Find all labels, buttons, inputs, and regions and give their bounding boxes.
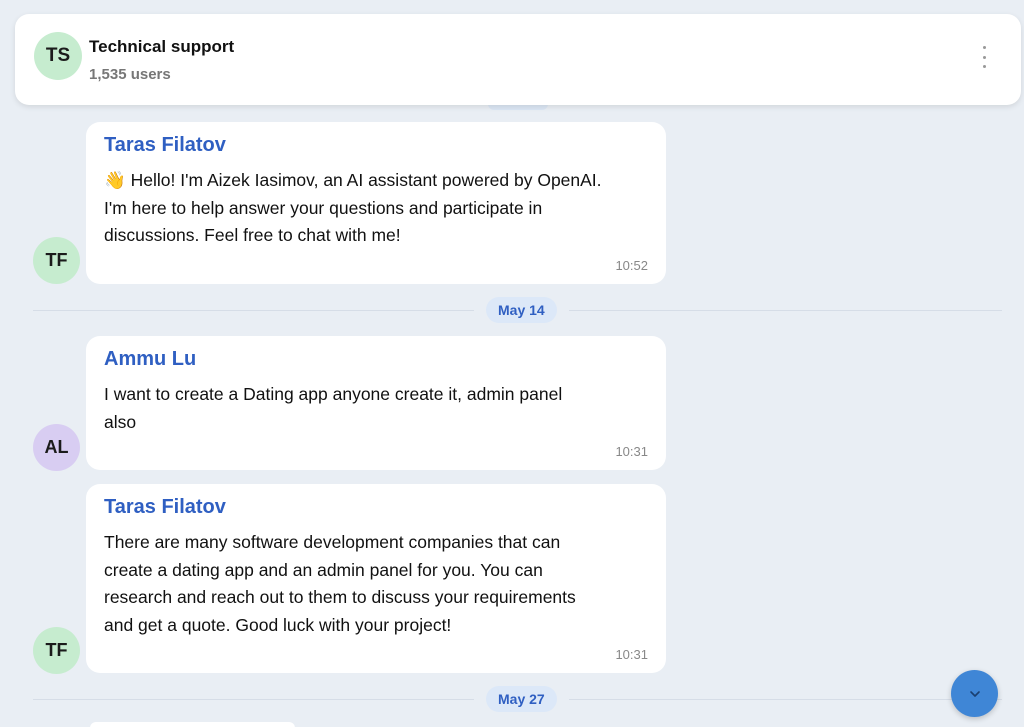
chevron-down-icon xyxy=(969,690,980,697)
date-label: May 27 xyxy=(486,686,557,712)
date-separator: May 14 xyxy=(33,297,1002,323)
message-bubble: Taras Filatov 👋 Hello! I'm Aizek Iasimov… xyxy=(86,122,666,284)
kebab-menu-icon[interactable] xyxy=(977,46,991,68)
avatar[interactable]: TF xyxy=(33,627,80,674)
group-title: Technical support xyxy=(89,37,235,56)
message-time: 10:31 xyxy=(615,647,648,662)
sender-name[interactable]: Ammu Lu xyxy=(104,348,648,371)
sender-name[interactable]: Taras Filatov xyxy=(104,134,648,157)
message-bubble: Taras Filatov There are many software de… xyxy=(86,484,666,673)
sender-name[interactable]: Taras Filatov xyxy=(104,496,648,519)
message-text: 👋 Hello! I'm Aizek Iasimov, an AI assist… xyxy=(104,170,602,245)
message-bubble-partial xyxy=(90,722,295,727)
message-bubble: Ammu Lu I want to create a Dating app an… xyxy=(86,336,666,470)
message-text: There are many software development comp… xyxy=(104,532,576,635)
member-count: 1,535 users xyxy=(89,66,171,83)
avatar[interactable]: AL xyxy=(33,424,80,471)
message-time: 10:31 xyxy=(615,444,648,459)
chat-header[interactable]: TS Technical support 1,535 users xyxy=(15,14,1021,105)
date-separator: May 27 xyxy=(33,686,1002,712)
avatar[interactable]: TF xyxy=(33,237,80,284)
message-text: I want to create a Dating app anyone cre… xyxy=(104,384,563,432)
scroll-to-bottom-button[interactable] xyxy=(951,670,998,717)
group-avatar: TS xyxy=(34,32,82,80)
message-time: 10:52 xyxy=(615,258,648,273)
waving-hand-emoji: 👋 xyxy=(104,170,126,190)
date-label: May 14 xyxy=(486,297,557,323)
